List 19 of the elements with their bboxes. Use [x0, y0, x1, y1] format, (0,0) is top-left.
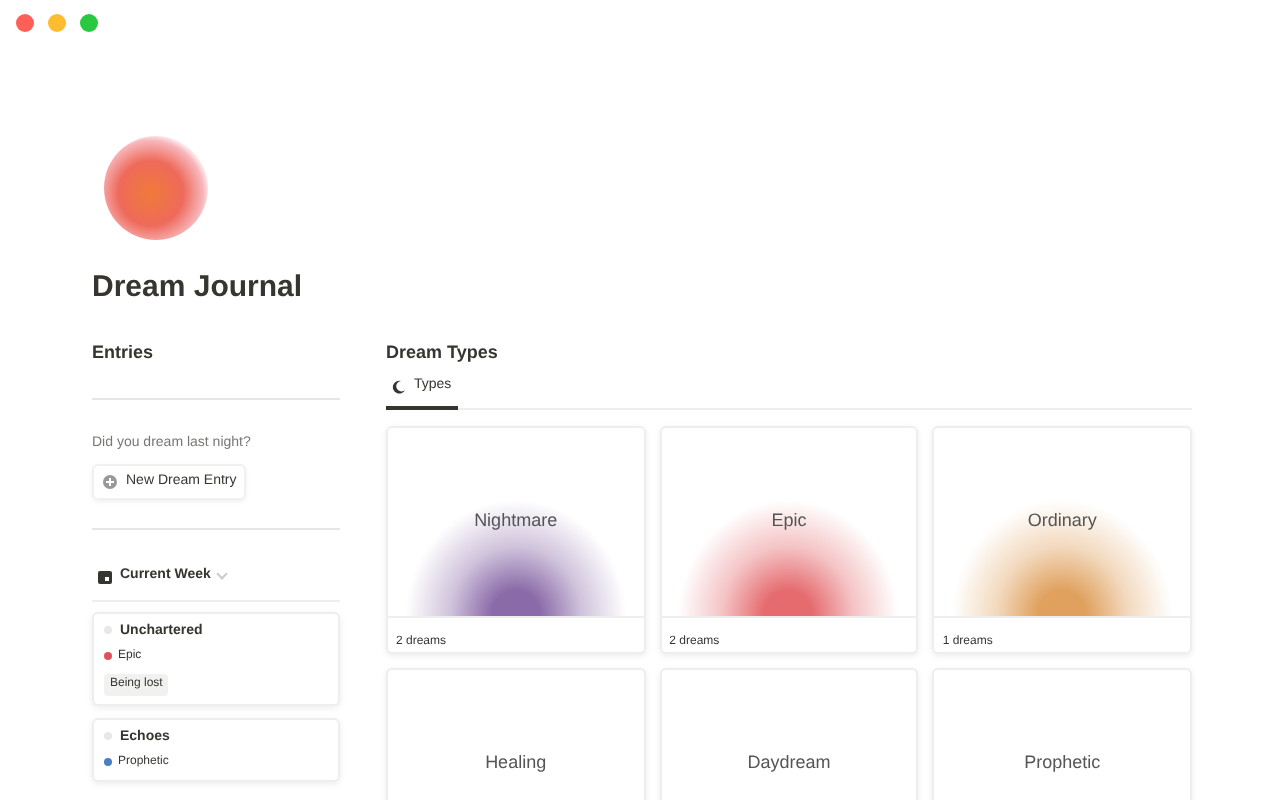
type-name: Prophetic: [1024, 749, 1101, 773]
page-title: Dream Journal: [92, 268, 303, 308]
section-heading: Dream Types: [386, 340, 498, 364]
plus-circle-icon: [102, 473, 118, 490]
type-card[interactable]: Healing: [386, 667, 646, 800]
type-card[interactable]: Prophetic: [932, 667, 1192, 800]
type-name: Ordinary: [1027, 507, 1097, 531]
minimize-window-button[interactable]: [48, 14, 66, 32]
zoom-window-button[interactable]: [80, 14, 98, 32]
type-card[interactable]: Daydream: [659, 667, 919, 800]
moon-icon: [392, 379, 406, 394]
type-name: Epic: [771, 507, 807, 531]
type-name: Nightmare: [474, 507, 558, 531]
type-name: Daydream: [747, 749, 831, 773]
calendar-icon: [98, 569, 112, 584]
close-window-button[interactable]: [16, 14, 34, 32]
section-heading: Entries: [92, 340, 154, 364]
chevron-icon: [217, 568, 229, 581]
type-name: Healing: [485, 749, 547, 773]
